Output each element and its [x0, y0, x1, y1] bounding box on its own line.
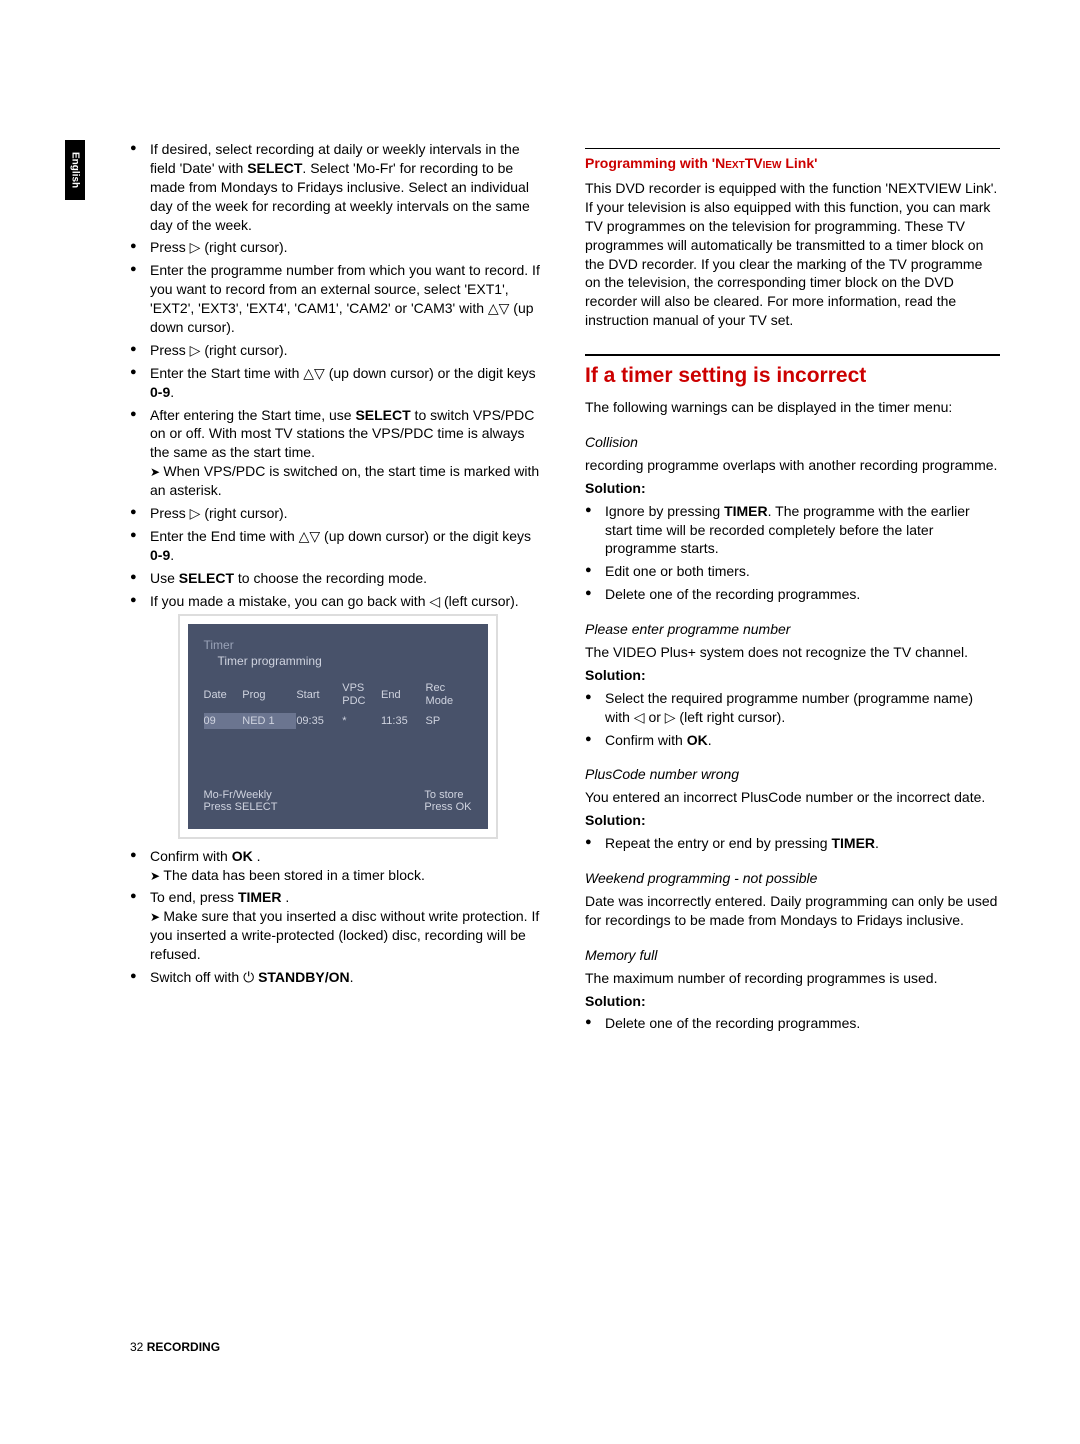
step-programme-number: Enter the programme number from which yo…: [130, 261, 545, 337]
th-start: Start: [296, 682, 342, 712]
th-end: End: [381, 682, 426, 712]
please-solution-2: Confirm with OK.: [585, 731, 1000, 750]
timer-row: 09 NED 1 09:35 * 11:35 SP: [204, 713, 472, 729]
label-solution-4: Solution:: [585, 992, 1000, 1011]
th-prog: Prog: [242, 682, 296, 712]
step-end-timer: To end, press TIMER . Make sure that you…: [130, 888, 545, 964]
write-protect-note: Make sure that you inserted a disc witho…: [150, 907, 545, 964]
step-confirm-ok: Confirm with OK . The data has been stor…: [130, 847, 545, 885]
step-date-interval: If desired, select recording at daily or…: [130, 140, 545, 234]
step-start-time: Enter the Start time with △▽ (up down cu…: [130, 364, 545, 402]
para-timer-intro: The following warnings can be displayed …: [585, 398, 1000, 417]
vps-note: When VPS/PDC is switched on, the start t…: [150, 462, 545, 500]
stored-note: The data has been stored in a timer bloc…: [150, 866, 545, 885]
timer-footer-left: Mo-Fr/Weekly Press SELECT: [204, 789, 278, 813]
heading-please-enter: Please enter programme number: [585, 620, 1000, 639]
step-press-right-1: Press ▷ (right cursor).: [130, 238, 545, 257]
step-rec-mode: Use SELECT to choose the recording mode.: [130, 569, 545, 588]
timer-title: Timer: [204, 638, 472, 652]
label-solution-3: Solution:: [585, 811, 1000, 830]
para-nextview: This DVD recorder is equipped with the f…: [585, 179, 1000, 330]
para-weekend: Date was incorrectly entered. Daily prog…: [585, 892, 1000, 930]
step-vps-pdc: After entering the Start time, use SELEC…: [130, 406, 545, 500]
divider: [585, 148, 1000, 149]
step-switch-off: Switch off with ⏻ STANDBY/ON.: [130, 968, 545, 987]
th-date: Date: [204, 682, 243, 712]
step-press-right-3: Press ▷ (right cursor).: [130, 504, 545, 523]
timer-screen: Timer Timer programming Date Prog Start …: [188, 624, 488, 828]
memory-solution-1: Delete one of the recording programmes.: [585, 1014, 1000, 1033]
th-vps: VPSPDC: [342, 682, 381, 712]
heading-pluscode: PlusCode number wrong: [585, 765, 1000, 784]
timer-subtitle: Timer programming: [218, 654, 472, 668]
heading-weekend: Weekend programming - not possible: [585, 869, 1000, 888]
heading-collision: Collision: [585, 433, 1000, 452]
please-solution-1: Select the required programme number (pr…: [585, 689, 1000, 727]
page-footer: 32 RECORDING: [130, 1340, 220, 1354]
pluscode-solution-1: Repeat the entry or end by pressing TIME…: [585, 834, 1000, 853]
step-press-right-2: Press ▷ (right cursor).: [130, 341, 545, 360]
para-memory: The maximum number of recording programm…: [585, 969, 1000, 988]
language-tab: English: [65, 140, 85, 200]
th-rec: RecMode: [426, 682, 472, 712]
step-mistake-back: If you made a mistake, you can go back w…: [130, 592, 545, 611]
right-column: Programming with 'NextTView Link' This D…: [585, 140, 1000, 1037]
divider-thick: [585, 354, 1000, 356]
para-pluscode: You entered an incorrect PlusCode number…: [585, 788, 1000, 807]
collision-solution-1: Ignore by pressing TIMER. The programme …: [585, 502, 1000, 559]
para-collision: recording programme overlaps with anothe…: [585, 456, 1000, 475]
label-solution-2: Solution:: [585, 666, 1000, 685]
collision-solution-3: Delete one of the recording programmes.: [585, 585, 1000, 604]
para-please: The VIDEO Plus+ system does not recogniz…: [585, 643, 1000, 662]
timer-footer-right: To store Press OK: [424, 789, 471, 813]
heading-memory: Memory full: [585, 946, 1000, 965]
collision-solution-2: Edit one or both timers.: [585, 562, 1000, 581]
heading-timer-incorrect: If a timer setting is incorrect: [585, 364, 1000, 388]
step-end-time: Enter the End time with △▽ (up down curs…: [130, 527, 545, 565]
timer-table: Date Prog Start VPSPDC End RecMode 09 NE…: [204, 682, 472, 728]
left-column: If desired, select recording at daily or…: [130, 140, 545, 1037]
heading-nextview: Programming with 'NextTView Link': [585, 155, 1000, 171]
label-solution-1: Solution:: [585, 479, 1000, 498]
